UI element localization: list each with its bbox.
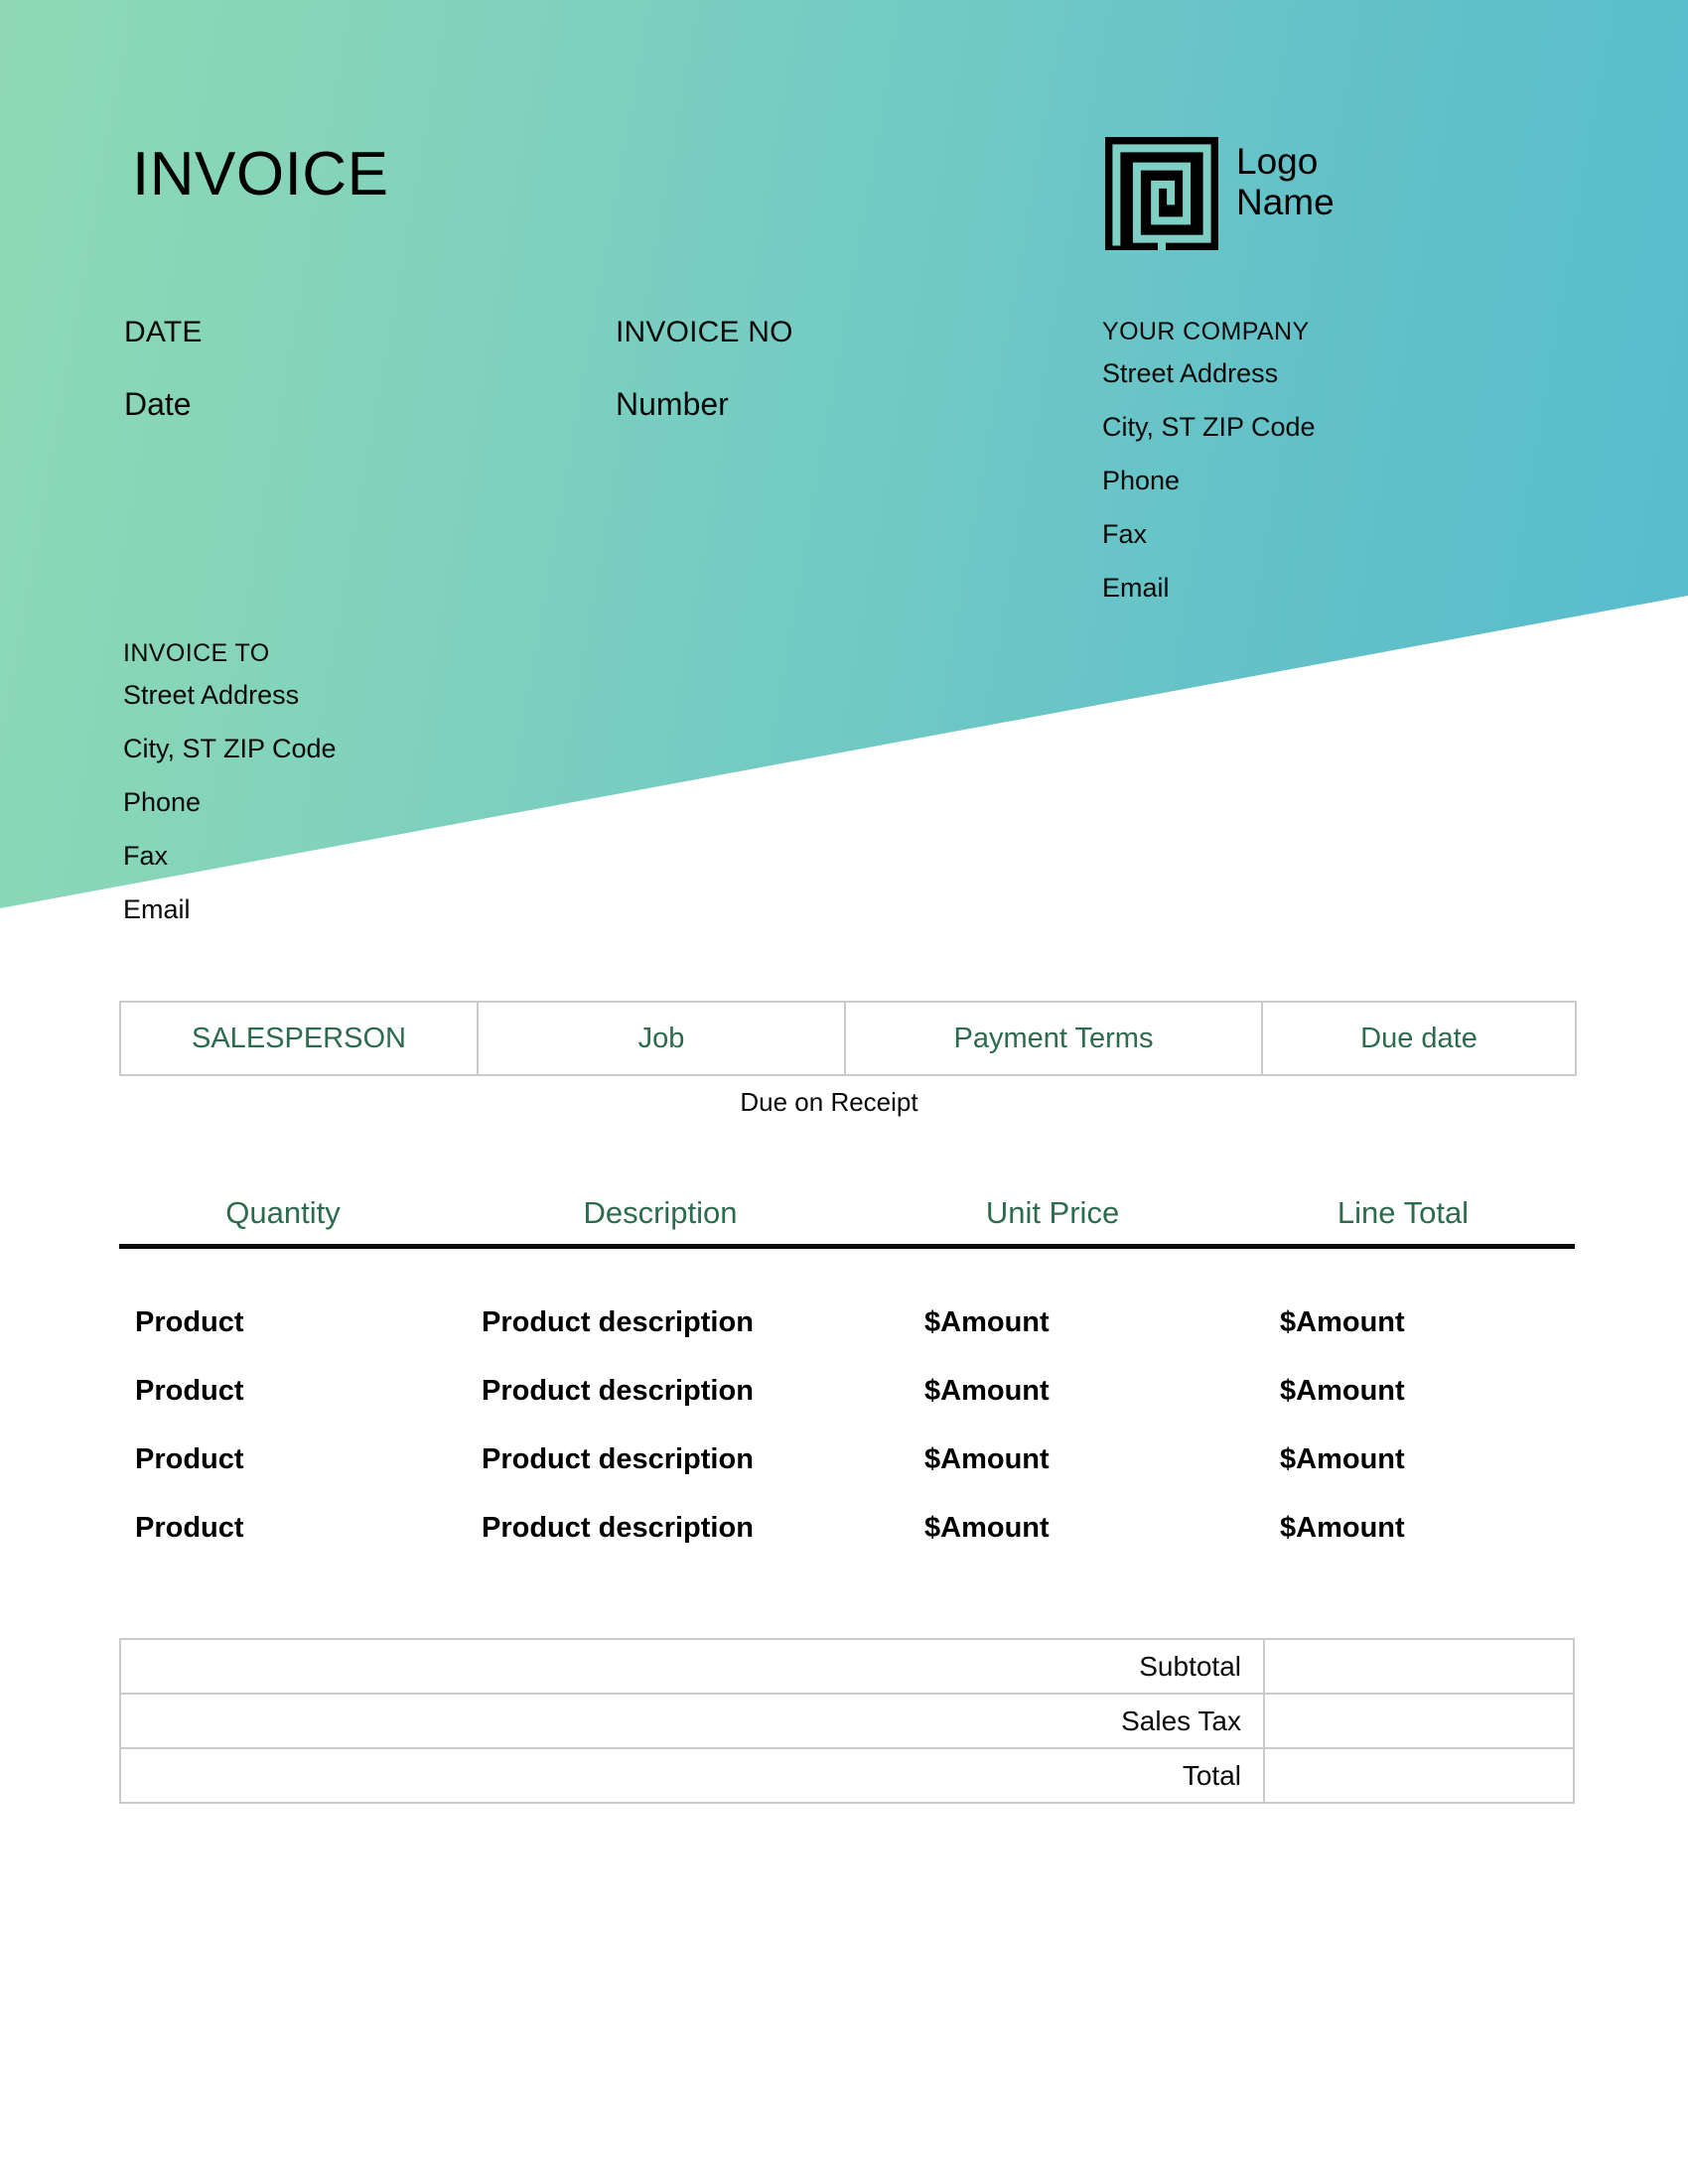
cell-quantity: Product [135, 1443, 244, 1475]
bill-to-fax: Fax [123, 841, 169, 871]
cell-quantity: Product [135, 1512, 244, 1544]
table-row[interactable]: Product Product description $Amount $Amo… [119, 1308, 1575, 1377]
cell-line-total: $Amount [1280, 1512, 1405, 1544]
bill-to-phone: Phone [123, 787, 202, 817]
subtotal-value[interactable] [1263, 1638, 1575, 1695]
labyrinth-square-logo-icon [1105, 137, 1218, 250]
cell-unit-price: $Amount [924, 1443, 1050, 1475]
table-row[interactable]: Product Product description $Amount $Amo… [119, 1445, 1575, 1514]
content-layer: INVOICE DATE Date INVOICE NO Number Logo… [0, 0, 1688, 2184]
date-field-group: DATE Date [124, 316, 203, 421]
bill-to-address-block: INVOICE TO Street Address City, ST ZIP C… [123, 641, 337, 923]
total-label: Total [119, 1747, 1265, 1804]
cell-quantity: Product [135, 1306, 244, 1338]
cell-description: Product description [482, 1375, 754, 1407]
salesperson-cell[interactable]: SALESPERSON [119, 1001, 479, 1076]
due-on-receipt-note: Due on Receipt [740, 1087, 918, 1117]
logo-line-2: Name [1236, 182, 1335, 223]
invoice-no-field-group: INVOICE NO Number [616, 316, 793, 421]
cell-line-total: $Amount [1280, 1375, 1405, 1407]
column-header-line-total: Line Total [1336, 1195, 1470, 1230]
payment-terms-cell[interactable]: Payment Terms [844, 1001, 1263, 1076]
invoice-no-value[interactable]: Number [616, 388, 793, 420]
column-header-quantity: Quantity [225, 1195, 341, 1230]
bill-to-street: Street Address [123, 680, 300, 710]
column-header-unit-price: Unit Price [985, 1195, 1120, 1230]
invoice-page: INVOICE DATE Date INVOICE NO Number Logo… [0, 0, 1688, 2184]
logo-block: Logo Name [1105, 137, 1335, 250]
total-value[interactable] [1263, 1747, 1575, 1804]
job-cell[interactable]: Job [477, 1001, 846, 1076]
cell-unit-price: $Amount [924, 1512, 1050, 1544]
line-items-header-row: Quantity Description Unit Price Line Tot… [119, 1166, 1575, 1228]
sales-tax-label: Sales Tax [119, 1693, 1265, 1749]
company-address-block: YOUR COMPANY Street Address City, ST ZIP… [1102, 320, 1316, 602]
sales-tax-value[interactable] [1263, 1693, 1575, 1749]
table-row: SALESPERSON Job Payment Terms Due date [119, 1001, 1577, 1076]
company-phone: Phone [1102, 466, 1181, 495]
cell-description: Product description [482, 1512, 754, 1544]
cell-description: Product description [482, 1443, 754, 1475]
cell-line-total: $Amount [1280, 1443, 1405, 1475]
cell-unit-price: $Amount [924, 1306, 1050, 1338]
column-header-description: Description [583, 1195, 738, 1230]
date-label: DATE [124, 316, 203, 348]
table-row: Subtotal [119, 1638, 1575, 1695]
company-city: City, ST ZIP Code [1102, 412, 1316, 442]
line-items-divider [119, 1244, 1575, 1249]
line-items-body: Product Product description $Amount $Amo… [119, 1308, 1575, 1582]
table-row: Total [119, 1747, 1575, 1804]
line-items-section: Quantity Description Unit Price Line Tot… [119, 1166, 1575, 1582]
table-row[interactable]: Product Product description $Amount $Amo… [119, 1377, 1575, 1445]
totals-table: Subtotal Sales Tax Total [119, 1638, 1575, 1804]
cell-unit-price: $Amount [924, 1375, 1050, 1407]
company-fax: Fax [1102, 519, 1148, 549]
bill-to-email: Email [123, 894, 191, 924]
logo-line-1: Logo [1236, 141, 1319, 182]
company-email: Email [1102, 573, 1170, 603]
bill-to-city: City, ST ZIP Code [123, 734, 337, 763]
date-value[interactable]: Date [124, 388, 203, 420]
table-row: Sales Tax [119, 1693, 1575, 1749]
company-heading: YOUR COMPANY [1102, 318, 1310, 345]
cell-quantity: Product [135, 1375, 244, 1407]
table-row[interactable]: Product Product description $Amount $Amo… [119, 1514, 1575, 1582]
cell-description: Product description [482, 1306, 754, 1338]
salesperson-table: SALESPERSON Job Payment Terms Due date [119, 1001, 1577, 1076]
due-date-cell[interactable]: Due date [1261, 1001, 1577, 1076]
invoice-no-label: INVOICE NO [616, 316, 793, 348]
subtotal-label: Subtotal [119, 1638, 1265, 1695]
company-street: Street Address [1102, 358, 1279, 388]
logo-name-text: Logo Name [1236, 137, 1335, 223]
page-title: INVOICE [132, 140, 389, 208]
cell-line-total: $Amount [1280, 1306, 1405, 1338]
bill-to-heading: INVOICE TO [123, 639, 270, 667]
